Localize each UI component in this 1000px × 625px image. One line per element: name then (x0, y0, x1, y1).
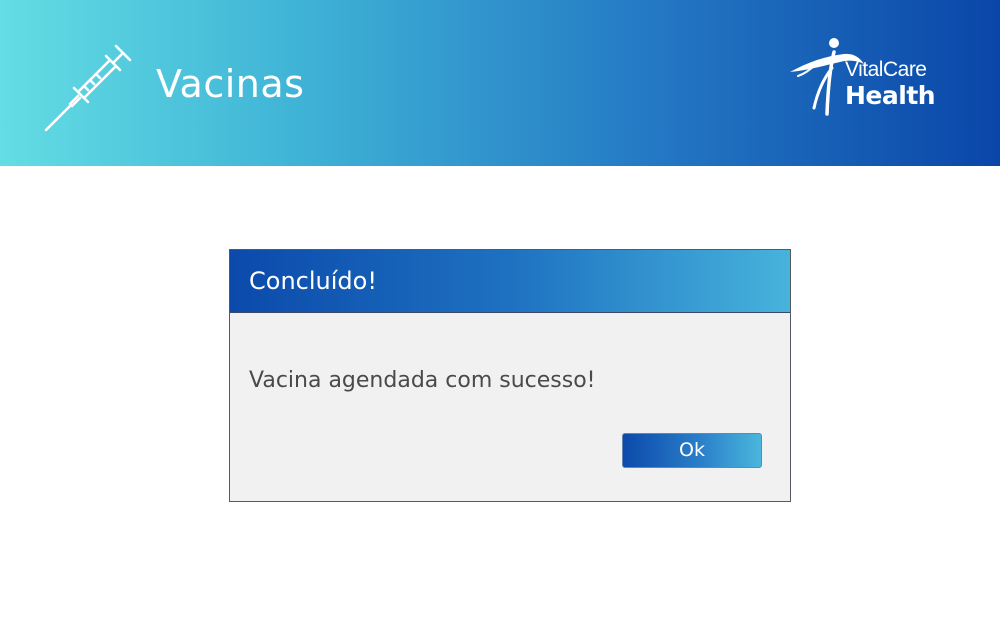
dialog-message: Vacina agendada com sucesso! (249, 368, 596, 393)
syringe-icon (44, 44, 132, 132)
page-title: Vacinas (156, 62, 305, 106)
vitalcare-logo: VitalCare Health (786, 34, 966, 118)
logo-brand-subtitle: Health (845, 81, 936, 110)
dialog-title: Concluído! (249, 267, 377, 295)
dialog-header: Concluído! (230, 250, 790, 313)
app-header: Vacinas VitalCare Health (0, 0, 1000, 166)
success-dialog: Concluído! Vacina agendada com sucesso! … (229, 249, 791, 502)
ok-button[interactable]: Ok (622, 433, 762, 468)
logo-brand-name: VitalCare (845, 58, 927, 81)
